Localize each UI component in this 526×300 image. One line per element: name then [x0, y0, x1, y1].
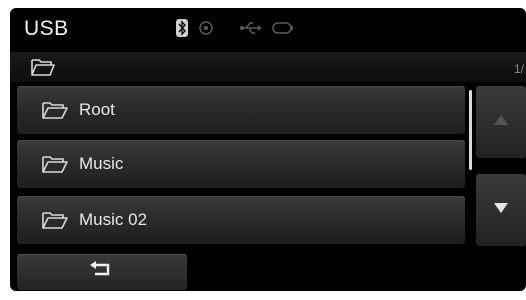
folder-open-icon	[41, 154, 69, 174]
battery-icon	[272, 22, 294, 34]
arrow-up-icon	[493, 113, 509, 131]
scroll-up-button[interactable]	[476, 86, 526, 158]
folder-open-icon	[30, 57, 56, 82]
page-title: USB	[24, 17, 69, 40]
list-item-root[interactable]: Root	[17, 86, 465, 134]
folder-path-bar: 1/	[10, 52, 526, 82]
page-indicator: 1/	[513, 62, 524, 76]
list-item-label: Music	[79, 154, 124, 173]
usb-screen: USB 1/ Root Music Music 02	[10, 8, 526, 291]
bluetooth-icon	[176, 19, 188, 37]
list-scrollbar[interactable]	[469, 90, 472, 170]
back-button[interactable]	[17, 254, 187, 290]
list-item-music[interactable]: Music	[17, 140, 465, 188]
arrow-down-icon	[493, 201, 509, 219]
folder-open-icon	[41, 210, 69, 230]
list-item-label: Root	[79, 100, 115, 119]
return-icon	[89, 260, 115, 284]
folder-open-icon	[41, 100, 69, 120]
usb-icon	[240, 21, 262, 35]
list-item-label: Music 02	[79, 210, 148, 229]
list-item-music-02[interactable]: Music 02	[17, 196, 465, 244]
scroll-down-button[interactable]	[476, 174, 526, 246]
status-bar-icons	[176, 18, 294, 38]
record-icon	[198, 20, 214, 36]
